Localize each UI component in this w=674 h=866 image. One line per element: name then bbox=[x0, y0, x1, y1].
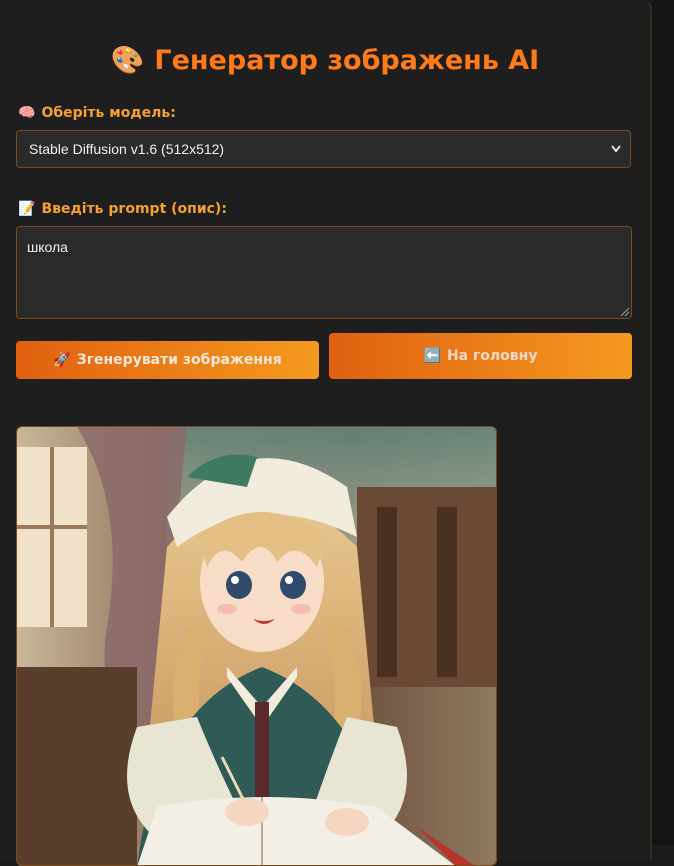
generator-panel: 🎨 Генератор зображень AI 🧠 Оберіть модель:… bbox=[0, 0, 652, 866]
chevron-down-icon bbox=[608, 131, 624, 167]
prompt-input[interactable]: школа bbox=[16, 226, 632, 319]
generated-image-illustration bbox=[17, 427, 496, 865]
model-label-text: Оберіть модель: bbox=[41, 105, 176, 121]
model-select-value: Stable Diffusion v1.6 (512x512) bbox=[29, 141, 225, 157]
prompt-label: 📝 Введіть prompt (опис): bbox=[18, 199, 227, 219]
prompt-input-value: школа bbox=[27, 239, 68, 255]
brain-icon: 🧠 bbox=[18, 105, 36, 121]
home-button-label: На головну bbox=[446, 348, 538, 364]
page-title-text: Генератор зображень AI bbox=[154, 45, 540, 76]
home-button[interactable]: ⬅️ На головну bbox=[329, 333, 632, 379]
rocket-icon: 🚀 bbox=[53, 352, 71, 368]
page-title: 🎨 Генератор зображень AI bbox=[0, 40, 650, 82]
model-select[interactable]: Stable Diffusion v1.6 (512x512) bbox=[16, 130, 631, 168]
memo-icon: 📝 bbox=[18, 201, 36, 217]
generate-button-label: Згенерувати зображення bbox=[76, 352, 282, 368]
back-arrow-icon: ⬅️ bbox=[423, 348, 441, 364]
generate-button[interactable]: 🚀 Згенерувати зображення bbox=[16, 341, 319, 379]
prompt-label-text: Введіть prompt (опис): bbox=[41, 201, 227, 217]
resize-handle-icon[interactable] bbox=[621, 308, 629, 316]
generated-image bbox=[16, 426, 497, 866]
page-background bbox=[652, 0, 674, 845]
palette-icon: 🎨 bbox=[110, 45, 145, 76]
model-label: 🧠 Оберіть модель: bbox=[18, 103, 176, 123]
